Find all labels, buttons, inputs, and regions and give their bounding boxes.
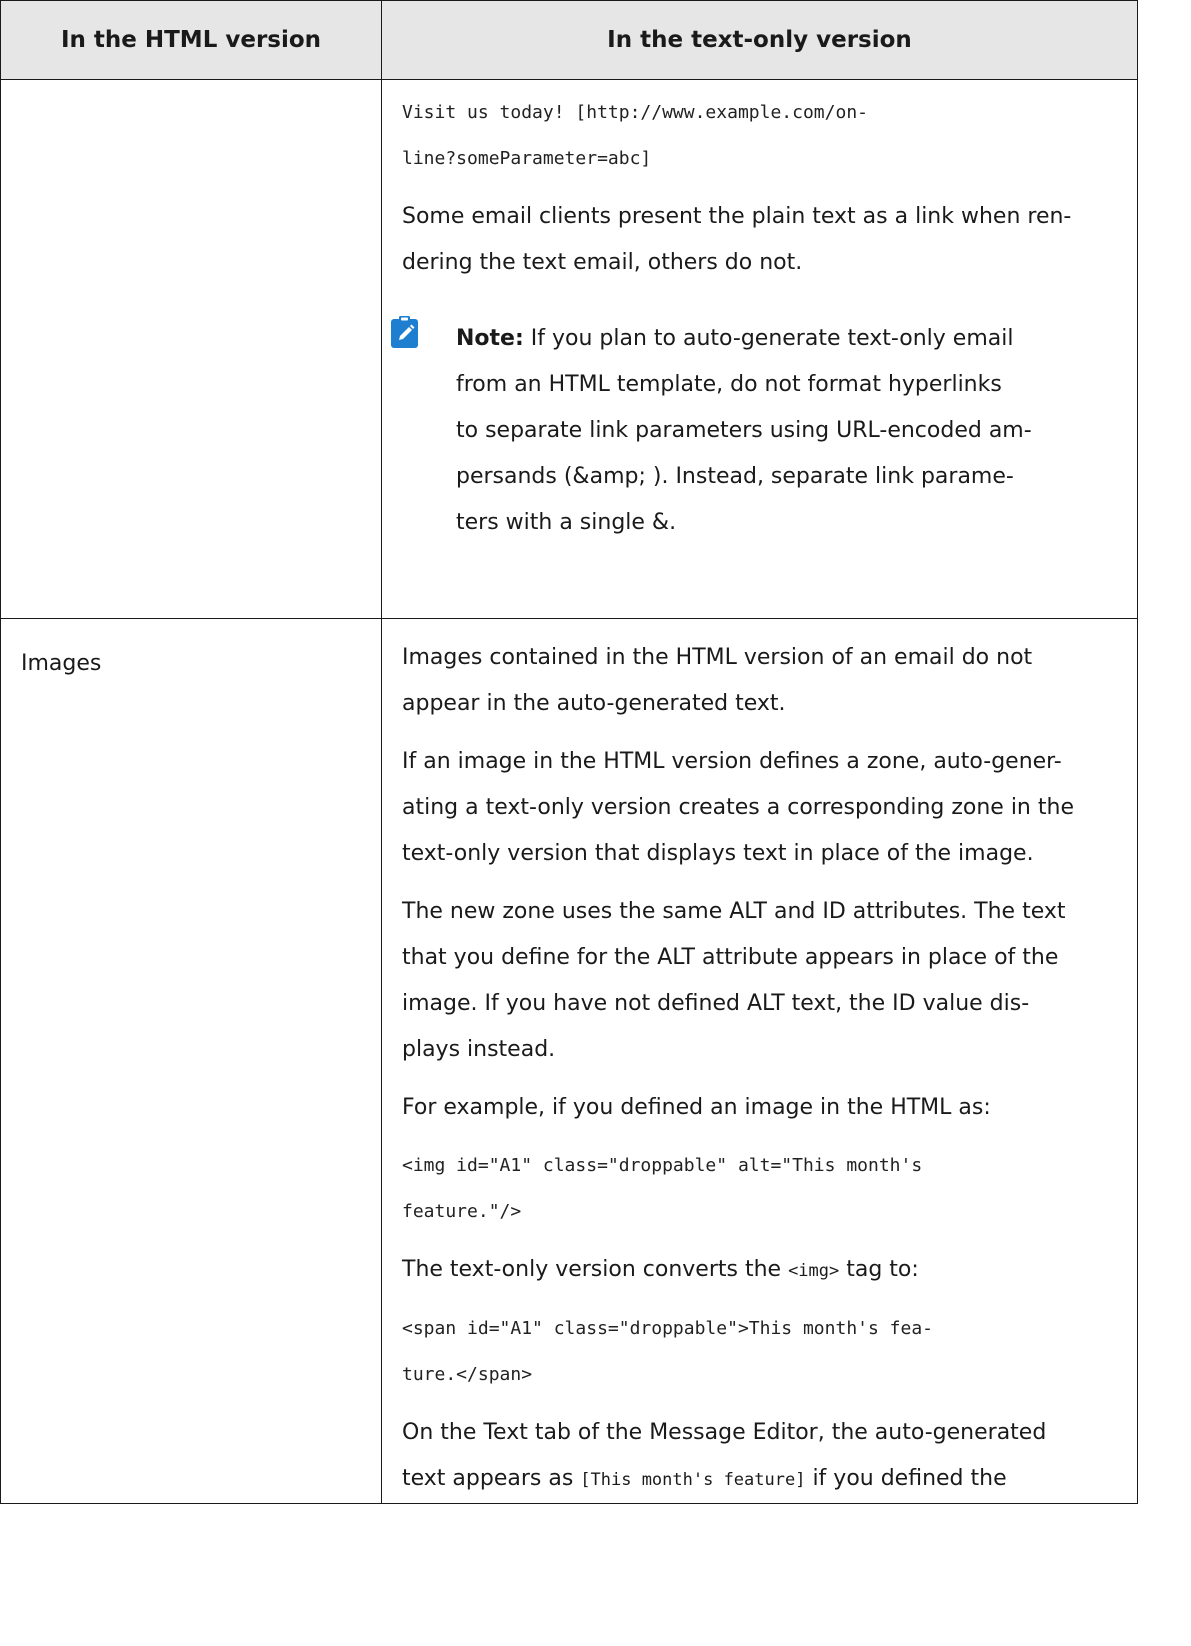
note-text: If you plan to auto-generate text-only e… xyxy=(523,326,1014,351)
table-header-row: In the HTML version In the text-only ver… xyxy=(0,0,1138,80)
text-fragment: The text-only version converts the xyxy=(402,1257,789,1282)
note-line: ters with a single &. xyxy=(456,510,677,535)
row-label-images: Images xyxy=(21,651,102,676)
paragraph-line: The text-only version converts the <img>… xyxy=(402,1247,1127,1294)
inline-code: <img> xyxy=(788,1261,840,1281)
text-fragment: tag to: xyxy=(839,1257,919,1282)
paragraph-line: Some email clients present the plain tex… xyxy=(402,204,1072,229)
header-html-version: In the HTML version xyxy=(0,0,382,80)
note-line: persands (&amp; ). Instead, separate lin… xyxy=(456,464,1014,489)
paragraph-line: If an image in the HTML version defines … xyxy=(402,749,1062,774)
code-line: <img id="A1" class="droppable" alt="This… xyxy=(402,1155,923,1176)
paragraph-line: For example, if you defined an image in … xyxy=(402,1095,991,1120)
paragraph-line: text appears as [This month's feature] i… xyxy=(402,1456,1127,1503)
paragraph-line: On the Text tab of the Message Editor, t… xyxy=(402,1420,1047,1445)
paragraph-line: plays instead. xyxy=(402,1037,556,1062)
note-pencil-icon xyxy=(391,316,418,348)
code-line: Visit us today! [http://www.example.com/… xyxy=(402,102,868,123)
code-line: feature."/> xyxy=(402,1201,522,1222)
code-line: line?someParameter=abc] xyxy=(402,148,652,169)
note-block: Note: If you plan to auto-generate text-… xyxy=(391,316,1127,546)
paragraph-line: The new zone uses the same ALT and ID at… xyxy=(402,899,1066,924)
row1-text-cell: Visit us today! [http://www.example.com/… xyxy=(381,79,1138,619)
note-label: Note: xyxy=(456,326,524,351)
header-text-only-version: In the text-only version xyxy=(381,0,1138,80)
paragraph-line: text-only version that displays text in … xyxy=(402,841,1034,866)
inline-code: [This month's feature] xyxy=(580,1470,806,1490)
code-line: <span id="A1" class="droppable">This mon… xyxy=(402,1318,934,1339)
code-line: ture.</span> xyxy=(402,1364,533,1385)
paragraph-line: Images contained in the HTML version of … xyxy=(402,645,1033,670)
text-fragment: text appears as xyxy=(402,1466,581,1491)
paragraph-line: that you define for the ALT attribute ap… xyxy=(402,945,1059,970)
comparison-table: In the HTML version In the text-only ver… xyxy=(0,0,1138,1504)
row2-text-cell: Images contained in the HTML version of … xyxy=(381,618,1138,1504)
note-line: from an HTML template, do not format hyp… xyxy=(456,372,1002,397)
paragraph-line: dering the text email, others do not. xyxy=(402,250,803,275)
row1-html-cell xyxy=(0,79,382,619)
paragraph-line: ating a text-only version creates a corr… xyxy=(402,795,1074,820)
text-fragment: if you defined the xyxy=(805,1466,1007,1491)
note-line: Note: If you plan to auto-generate text-… xyxy=(456,316,1127,362)
note-line: to separate link parameters using URL-en… xyxy=(456,418,1032,443)
table-row: Images Images contained in the HTML vers… xyxy=(0,618,1138,1504)
paragraph-line: image. If you have not defined ALT text,… xyxy=(402,991,1030,1016)
row2-html-cell: Images xyxy=(0,618,382,1504)
table-row: Visit us today! [http://www.example.com/… xyxy=(0,79,1138,619)
paragraph-line: appear in the auto-generated text. xyxy=(402,691,786,716)
